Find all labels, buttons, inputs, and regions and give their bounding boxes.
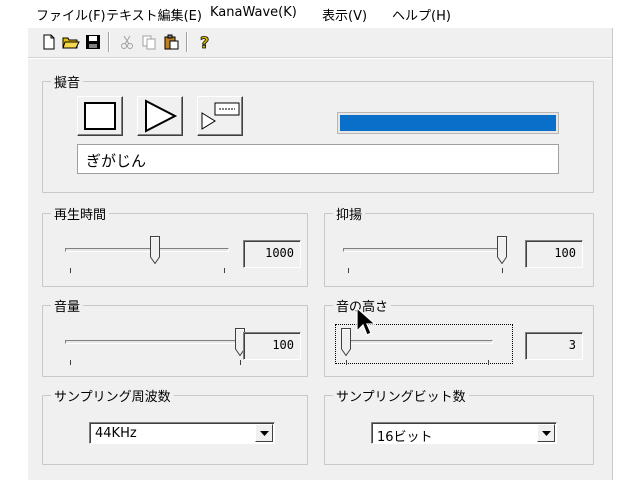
- slider-tick: [346, 360, 347, 365]
- paste-icon[interactable]: [160, 31, 182, 53]
- group-label: サンプリングビット数: [333, 386, 469, 405]
- group-label: 抑揚: [333, 204, 366, 223]
- desktop-background: [612, 28, 640, 480]
- mouse-cursor-icon: [356, 307, 376, 336]
- slider-tick: [70, 360, 71, 365]
- play-button[interactable]: [137, 96, 183, 136]
- menu-text-edit[interactable]: テキスト編集(E): [106, 5, 202, 24]
- main-panel: 擬音 ぎがじん 再生時間 1000 抑揚 100 音量 100 音の高さ 3 サ…: [28, 59, 612, 480]
- slider-tick: [348, 268, 349, 273]
- menu-bar: ファイル(F) テキスト編集(E) KanaWave(K) 表示(V) ヘルプ(…: [0, 0, 640, 28]
- menu-file[interactable]: ファイル(F): [36, 5, 106, 24]
- menu-kanawave[interactable]: KanaWave(K): [210, 5, 297, 20]
- save-icon[interactable]: [82, 31, 104, 53]
- playback-time-value: 1000: [243, 240, 301, 268]
- help-icon[interactable]: ?: [194, 31, 216, 53]
- playback-time-slider[interactable]: [65, 236, 229, 273]
- slider-tick: [488, 360, 489, 365]
- onomatopoeia-group: 擬音 ぎがじん: [42, 72, 594, 193]
- slider-tick: [502, 268, 503, 273]
- slider-thumb[interactable]: [497, 236, 507, 264]
- slider-track: [341, 340, 493, 344]
- volume-group: 音量 100: [42, 296, 308, 377]
- group-label: 擬音: [51, 72, 84, 91]
- sampling-rate-dropdown-button[interactable]: [255, 424, 273, 442]
- slider-track: [65, 340, 245, 344]
- intonation-value: 100: [525, 240, 583, 268]
- slider-thumb[interactable]: [150, 236, 160, 264]
- sampling-rate-selected: 44KHz: [95, 426, 137, 441]
- chevron-down-icon: [259, 430, 269, 436]
- copy-icon[interactable]: [138, 31, 160, 53]
- intonation-slider[interactable]: [343, 236, 507, 273]
- menu-help[interactable]: ヘルプ(H): [392, 5, 451, 24]
- play-to-file-button[interactable]: [197, 96, 243, 136]
- slider-tick: [240, 360, 241, 365]
- slider-thumb[interactable]: [341, 328, 351, 356]
- play-icon: [145, 99, 178, 133]
- slider-tick: [70, 268, 71, 273]
- sampling-rate-select[interactable]: 44KHz: [89, 422, 275, 444]
- sampling-rate-group: サンプリング周波数 44KHz: [42, 386, 308, 465]
- toolbar-separator: [186, 32, 188, 52]
- play-to-file-icon: [201, 102, 240, 130]
- text-field-value: ぎがじん: [86, 152, 147, 170]
- progress-fill: [340, 115, 556, 131]
- slider-track: [65, 248, 229, 252]
- slider-track: [343, 248, 507, 252]
- toolbar-separator: [108, 32, 110, 52]
- sampling-bits-dropdown-button[interactable]: [537, 424, 555, 442]
- pitch-value: 3: [525, 332, 583, 360]
- stop-button[interactable]: [77, 96, 123, 136]
- onomatopoeia-text-field[interactable]: ぎがじん: [77, 144, 559, 174]
- svg-text:?: ?: [200, 33, 209, 51]
- open-folder-icon[interactable]: [60, 31, 82, 53]
- volume-value: 100: [243, 332, 301, 360]
- sampling-bits-selected: 16ビット: [377, 430, 433, 445]
- chevron-down-icon: [541, 430, 551, 436]
- new-file-icon[interactable]: [38, 31, 60, 53]
- menu-view[interactable]: 表示(V): [322, 5, 367, 24]
- progress-bar: [337, 112, 559, 134]
- toolbar: ?: [28, 28, 612, 58]
- intonation-group: 抑揚 100: [324, 204, 594, 287]
- stop-icon: [84, 102, 116, 130]
- volume-slider[interactable]: [65, 328, 245, 365]
- slider-tick: [224, 268, 225, 273]
- group-label: サンプリング周波数: [51, 386, 174, 405]
- cut-icon[interactable]: [116, 31, 138, 53]
- group-label: 音量: [51, 296, 84, 315]
- sampling-bits-select[interactable]: 16ビット: [371, 422, 557, 445]
- group-label: 再生時間: [51, 204, 110, 223]
- playback-time-group: 再生時間 1000: [42, 204, 308, 287]
- sampling-bits-group: サンプリングビット数 16ビット: [324, 386, 594, 465]
